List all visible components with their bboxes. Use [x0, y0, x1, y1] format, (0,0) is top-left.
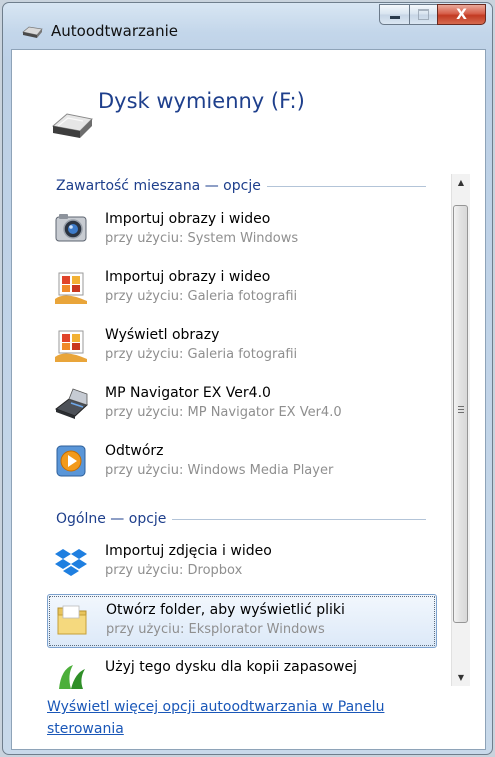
close-icon: X: [456, 6, 467, 23]
folder-icon: [57, 605, 87, 635]
option-subtitle: przy użyciu: Dropbox: [105, 563, 243, 578]
options-list[interactable]: Zawartość mieszana — opcje Importuj obra…: [12, 168, 449, 691]
option-subtitle: przy użyciu: Galeria fotografii: [105, 289, 298, 304]
scrollbar-grip-icon: [458, 406, 464, 414]
camera-icon: [55, 214, 87, 242]
option-subtitle: przy użyciu: System Windows: [105, 231, 299, 246]
option-title: MP Navigator EX Ver4.0: [105, 385, 271, 401]
close-button[interactable]: X: [437, 4, 486, 25]
maximize-button[interactable]: [409, 4, 437, 25]
option-subtitle: przy użyciu: Galeria fotografii: [105, 347, 298, 362]
device-header: Dysk wymienny (F:): [12, 50, 485, 160]
option-subtitle: przy użyciu: Windows Media Player: [105, 463, 334, 478]
group-label: Ogólne — opcje: [56, 511, 167, 527]
device-title: Dysk wymienny (F:): [98, 89, 305, 113]
removable-drive-icon: [22, 26, 43, 38]
option-subtitle: przy użyciu: MP Navigator EX Ver4.0: [105, 405, 342, 420]
group-divider: [172, 518, 426, 520]
scroll-down-button[interactable]: ▼: [452, 669, 470, 686]
group-label: Zawartość mieszana — opcje: [56, 178, 261, 194]
client-area: Dysk wymienny (F:) Zawartość mieszana — …: [11, 49, 486, 750]
caption-buttons: X: [379, 4, 486, 26]
option-title: Odtwórz: [105, 443, 164, 459]
option-title: Wyświetl obrazy: [105, 327, 220, 343]
scrollbar-thumb[interactable]: [453, 205, 468, 623]
maximize-icon: [418, 9, 429, 20]
minimize-button[interactable]: [379, 4, 409, 25]
minimize-icon: [389, 16, 400, 19]
option-open-folder[interactable]: Otwórz folder, aby wyświetlić pliki przy…: [47, 594, 437, 648]
group-header-mixed-content: Zawartość mieszana — opcje: [56, 175, 426, 197]
dropbox-icon: [55, 549, 87, 576]
option-title: Użyj tego dysku dla kopii zapasowej: [105, 659, 357, 675]
option-subtitle: przy użyciu: Eksplorator Windows: [106, 622, 325, 637]
group-divider: [266, 185, 426, 187]
option-import-photo-gallery[interactable]: Importuj obrazy i wideo przy użyciu: Gal…: [47, 262, 437, 316]
vertical-scrollbar[interactable]: ▲ ▼: [451, 174, 470, 686]
option-import-dropbox[interactable]: Importuj zdjęcia i wideo przy użyciu: Dr…: [47, 536, 437, 590]
group-header-general: Ogólne — opcje: [56, 508, 426, 530]
option-title: Otwórz folder, aby wyświetlić pliki: [106, 602, 345, 618]
window-title: Autoodtwarzanie: [51, 22, 179, 40]
scanner-icon: [54, 388, 88, 419]
option-import-system-windows[interactable]: Importuj obrazy i wideo przy użyciu: Sys…: [47, 204, 437, 258]
title-bar[interactable]: Autoodtwarzanie X: [3, 3, 492, 49]
media-player-icon: [56, 445, 86, 477]
option-view-pictures[interactable]: Wyświetl obrazy przy użyciu: Galeria fot…: [47, 320, 437, 374]
backup-icon: [59, 665, 85, 689]
photo-gallery-icon: [55, 272, 87, 304]
scroll-up-button[interactable]: ▲: [452, 174, 470, 191]
autoplay-window: Autoodtwarzanie X Dysk wymienny (F:) Zaw…: [2, 2, 493, 755]
photo-gallery-icon: [55, 330, 87, 362]
option-title: Importuj zdjęcia i wideo: [105, 543, 272, 559]
option-mp-navigator[interactable]: MP Navigator EX Ver4.0 przy użyciu: MP N…: [47, 378, 437, 432]
option-play-media-player[interactable]: Odtwórz przy użyciu: Windows Media Playe…: [47, 436, 437, 490]
option-title: Importuj obrazy i wideo: [105, 269, 271, 285]
more-autoplay-options-link[interactable]: Wyświetl więcej opcji autoodtwarzania w …: [47, 696, 447, 740]
option-title: Importuj obrazy i wideo: [105, 211, 271, 227]
option-use-for-backup[interactable]: Użyj tego dysku dla kopii zapasowej: [47, 652, 437, 691]
removable-drive-large-icon: [51, 113, 94, 138]
